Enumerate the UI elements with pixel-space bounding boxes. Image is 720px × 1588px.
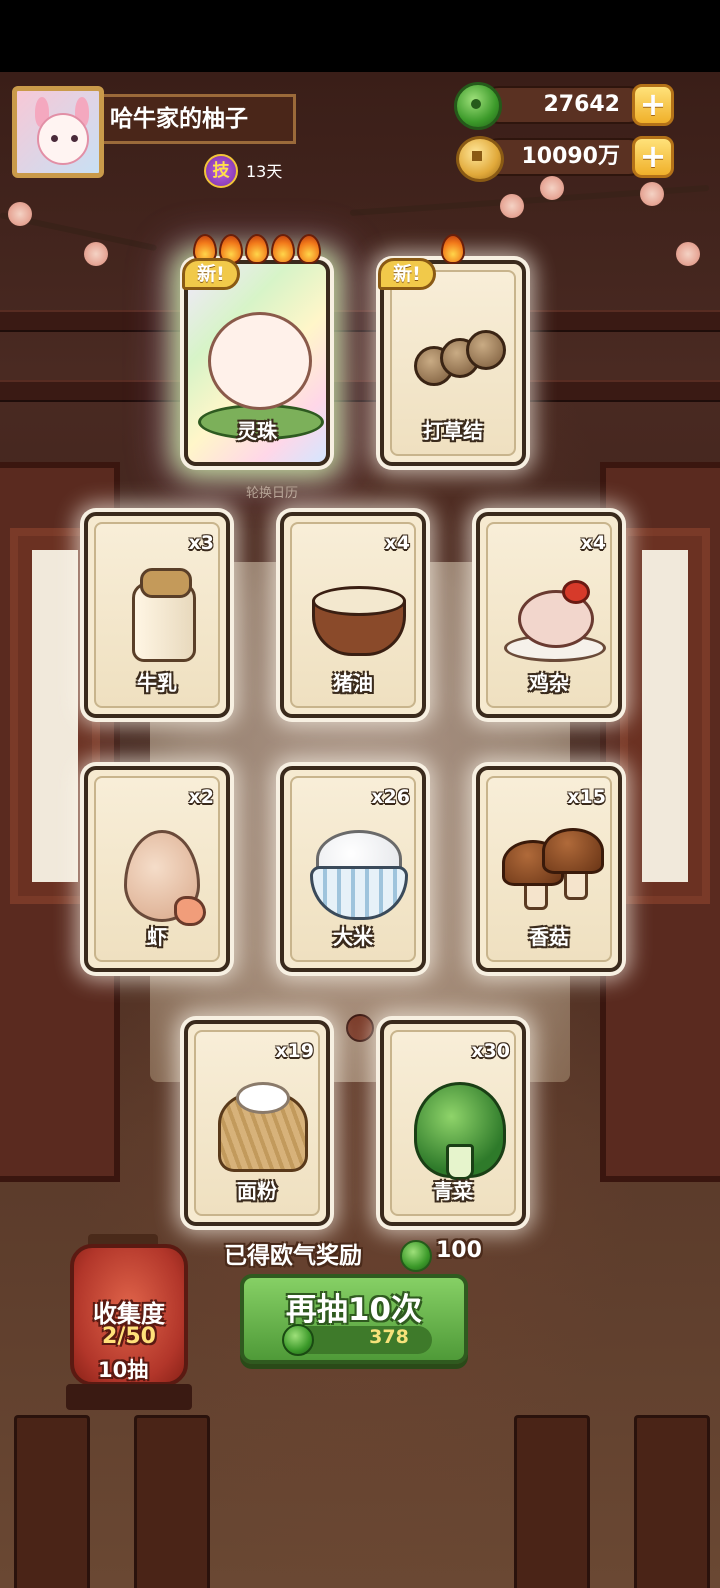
collection-progress: 2/50 <box>102 1324 156 1349</box>
jade-balance: 27642 <box>480 86 648 124</box>
blossom <box>540 176 564 200</box>
card-flour[interactable]: x19 面粉 <box>184 1020 330 1226</box>
luck-reward-value: 100 <box>436 1238 482 1263</box>
rotation-calendar-label: 轮换日历 <box>246 486 299 501</box>
shrimp-art <box>88 814 226 926</box>
player-name: 哈牛家的柚子 <box>104 94 296 144</box>
player-avatar[interactable] <box>12 86 104 178</box>
flame-icon <box>297 234 321 264</box>
add-coin-button[interactable]: + <box>632 136 674 178</box>
jade-coin-icon <box>282 1324 314 1356</box>
fence-post <box>14 1415 90 1588</box>
card-name: 猪油 <box>333 671 373 695</box>
blossom <box>500 194 524 218</box>
card-name: 香菇 <box>529 925 569 949</box>
lard-bowl-art <box>284 560 422 670</box>
card-name: 鸡杂 <box>529 671 569 695</box>
card-mushroom[interactable]: x15 香菇 <box>476 766 622 972</box>
ornament-icon <box>346 1014 374 1042</box>
card-name: 牛乳 <box>137 671 177 695</box>
card-greens[interactable]: x30 青菜 <box>380 1020 526 1226</box>
coin-balance: 10090万 <box>480 138 648 176</box>
card-lingzhu[interactable]: 新! 灵珠 <box>182 234 330 466</box>
card-milk[interactable]: x3 牛乳 <box>84 512 230 718</box>
card-name: 虾 <box>147 925 167 949</box>
blossom <box>8 202 32 226</box>
blossom <box>676 242 700 266</box>
luck-reward-label: 已得欧气奖励 <box>224 1243 362 1269</box>
jade-coin-icon <box>400 1240 432 1272</box>
new-badge-label: 新! <box>182 258 240 290</box>
card-name: 青菜 <box>433 1179 473 1203</box>
blossom <box>84 242 108 266</box>
card-chicken-giblets[interactable]: x4 鸡杂 <box>476 512 622 718</box>
card-name: 面粉 <box>237 1179 277 1203</box>
flame-icon <box>271 234 295 264</box>
skill-badge-icon[interactable]: 技 <box>204 154 238 188</box>
grass-knot-art <box>384 308 522 418</box>
fence-post <box>634 1415 710 1588</box>
card-count: x2 <box>188 786 214 808</box>
card-rice[interactable]: x26 大米 <box>280 766 426 972</box>
card-shrimp[interactable]: x2 虾 <box>84 766 230 972</box>
flour-sack-art <box>188 1068 326 1178</box>
draw-cost: 378 <box>369 1326 409 1348</box>
blossom <box>640 182 664 206</box>
add-jade-button[interactable]: + <box>632 84 674 126</box>
card-count: x19 <box>275 1040 314 1062</box>
card-count: x4 <box>384 532 410 554</box>
card-count: x3 <box>188 532 214 554</box>
card-name: 打草结 <box>423 419 483 443</box>
jade-coin-icon <box>454 82 502 130</box>
card-count: x4 <box>580 532 606 554</box>
card-name: 灵珠 <box>237 419 277 443</box>
card-lard[interactable]: x4 猪油 <box>280 512 426 718</box>
wooden-beam <box>0 380 720 402</box>
new-badge-label: 新! <box>378 258 436 290</box>
card-count: x26 <box>371 786 410 808</box>
wooden-beam <box>0 310 720 332</box>
skill-days: 13天 <box>246 162 283 181</box>
fence-post <box>514 1415 590 1588</box>
flame-icon <box>441 234 465 264</box>
card-dacaojie[interactable]: 新! 打草结 <box>378 234 526 466</box>
lantern-base <box>66 1384 192 1410</box>
chicken-giblets-art <box>480 560 618 670</box>
spirit-pearl-art <box>188 308 326 440</box>
fence-post <box>134 1415 210 1588</box>
flame-icon <box>245 234 269 264</box>
card-count: x30 <box>471 1040 510 1062</box>
mushroom-art <box>480 814 618 924</box>
new-badge: 新! <box>168 254 240 294</box>
milk-jar-art <box>88 560 226 670</box>
bok-choy-art <box>384 1068 522 1180</box>
collection-draws: 10抽 <box>98 1358 149 1382</box>
copper-coin-icon <box>456 136 504 182</box>
collection-lantern[interactable]: 收集度 2/50 10抽 <box>70 1244 188 1386</box>
draw-10-button[interactable]: 再抽10次 378 <box>240 1274 468 1364</box>
draw-button-label: 再抽10次 <box>285 1292 423 1328</box>
status-bar <box>0 0 720 72</box>
rice-bowl-art <box>284 814 422 924</box>
new-badge: 新! <box>364 254 436 294</box>
card-name: 大米 <box>333 925 373 949</box>
card-count: x15 <box>567 786 606 808</box>
